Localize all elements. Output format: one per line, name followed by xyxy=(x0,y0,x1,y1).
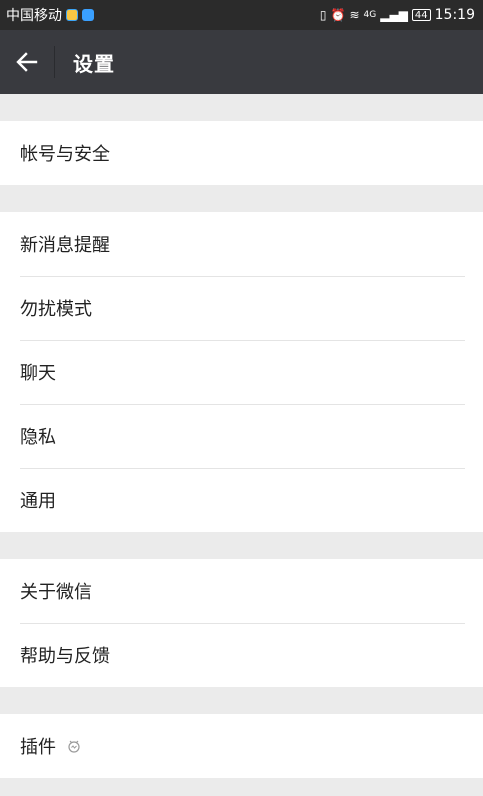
settings-item-notifications[interactable]: 新消息提醒 xyxy=(0,212,483,276)
settings-item-label: 新消息提醒 xyxy=(20,235,110,256)
settings-item-label: 插件 xyxy=(20,737,56,758)
alarm-icon: ⏰ xyxy=(330,8,346,22)
settings-item-label: 帐号与安全 xyxy=(20,144,110,165)
status-right: ▯ ⏰ ≋ 4G ▂▄▆ 44 15:19 xyxy=(320,7,475,23)
back-arrow-icon[interactable] xyxy=(0,30,54,94)
plugin-shake-icon xyxy=(66,738,82,754)
network-type-label: 4G xyxy=(363,10,377,20)
settings-item-label: 聊天 xyxy=(20,363,56,384)
status-left: 中国移动 xyxy=(6,5,94,25)
settings-item-about[interactable]: 关于微信 xyxy=(0,559,483,623)
vibrate-icon: ▯ xyxy=(319,8,327,22)
settings-item-chat[interactable]: 聊天 xyxy=(0,340,483,404)
carrier-label: 中国移动 xyxy=(6,8,62,24)
wifi-icon: ≋ xyxy=(349,8,360,22)
title-divider xyxy=(54,46,55,78)
page-title: 设置 xyxy=(73,51,115,76)
title-bar: 设置 xyxy=(0,30,483,94)
settings-item-plugins[interactable]: 插件 xyxy=(0,714,483,778)
signal-icon: ▂▄▆ xyxy=(380,8,408,22)
settings-item-account-security[interactable]: 帐号与安全 xyxy=(0,121,483,185)
settings-item-label: 勿扰模式 xyxy=(20,299,92,320)
settings-item-label: 隐私 xyxy=(20,427,56,448)
app-notification-icon xyxy=(66,9,78,21)
settings-item-general[interactable]: 通用 xyxy=(0,468,483,532)
settings-item-label: 通用 xyxy=(20,491,56,512)
settings-item-help-feedback[interactable]: 帮助与反馈 xyxy=(0,623,483,687)
app-notification-icon xyxy=(82,9,94,21)
clock: 15:19 xyxy=(434,7,475,23)
settings-item-privacy[interactable]: 隐私 xyxy=(0,404,483,468)
settings-group-account: 帐号与安全 xyxy=(0,121,483,185)
status-bar: 中国移动 ▯ ⏰ ≋ 4G ▂▄▆ 44 15:19 xyxy=(0,0,483,30)
battery-icon: 44 xyxy=(411,9,431,21)
settings-item-label: 帮助与反馈 xyxy=(20,646,110,667)
settings-group-main: 新消息提醒 勿扰模式 聊天 隐私 通用 xyxy=(0,212,483,532)
settings-item-label: 关于微信 xyxy=(20,582,92,603)
settings-group-plugins: 插件 xyxy=(0,714,483,778)
settings-item-do-not-disturb[interactable]: 勿扰模式 xyxy=(0,276,483,340)
settings-group-about: 关于微信 帮助与反馈 xyxy=(0,559,483,687)
